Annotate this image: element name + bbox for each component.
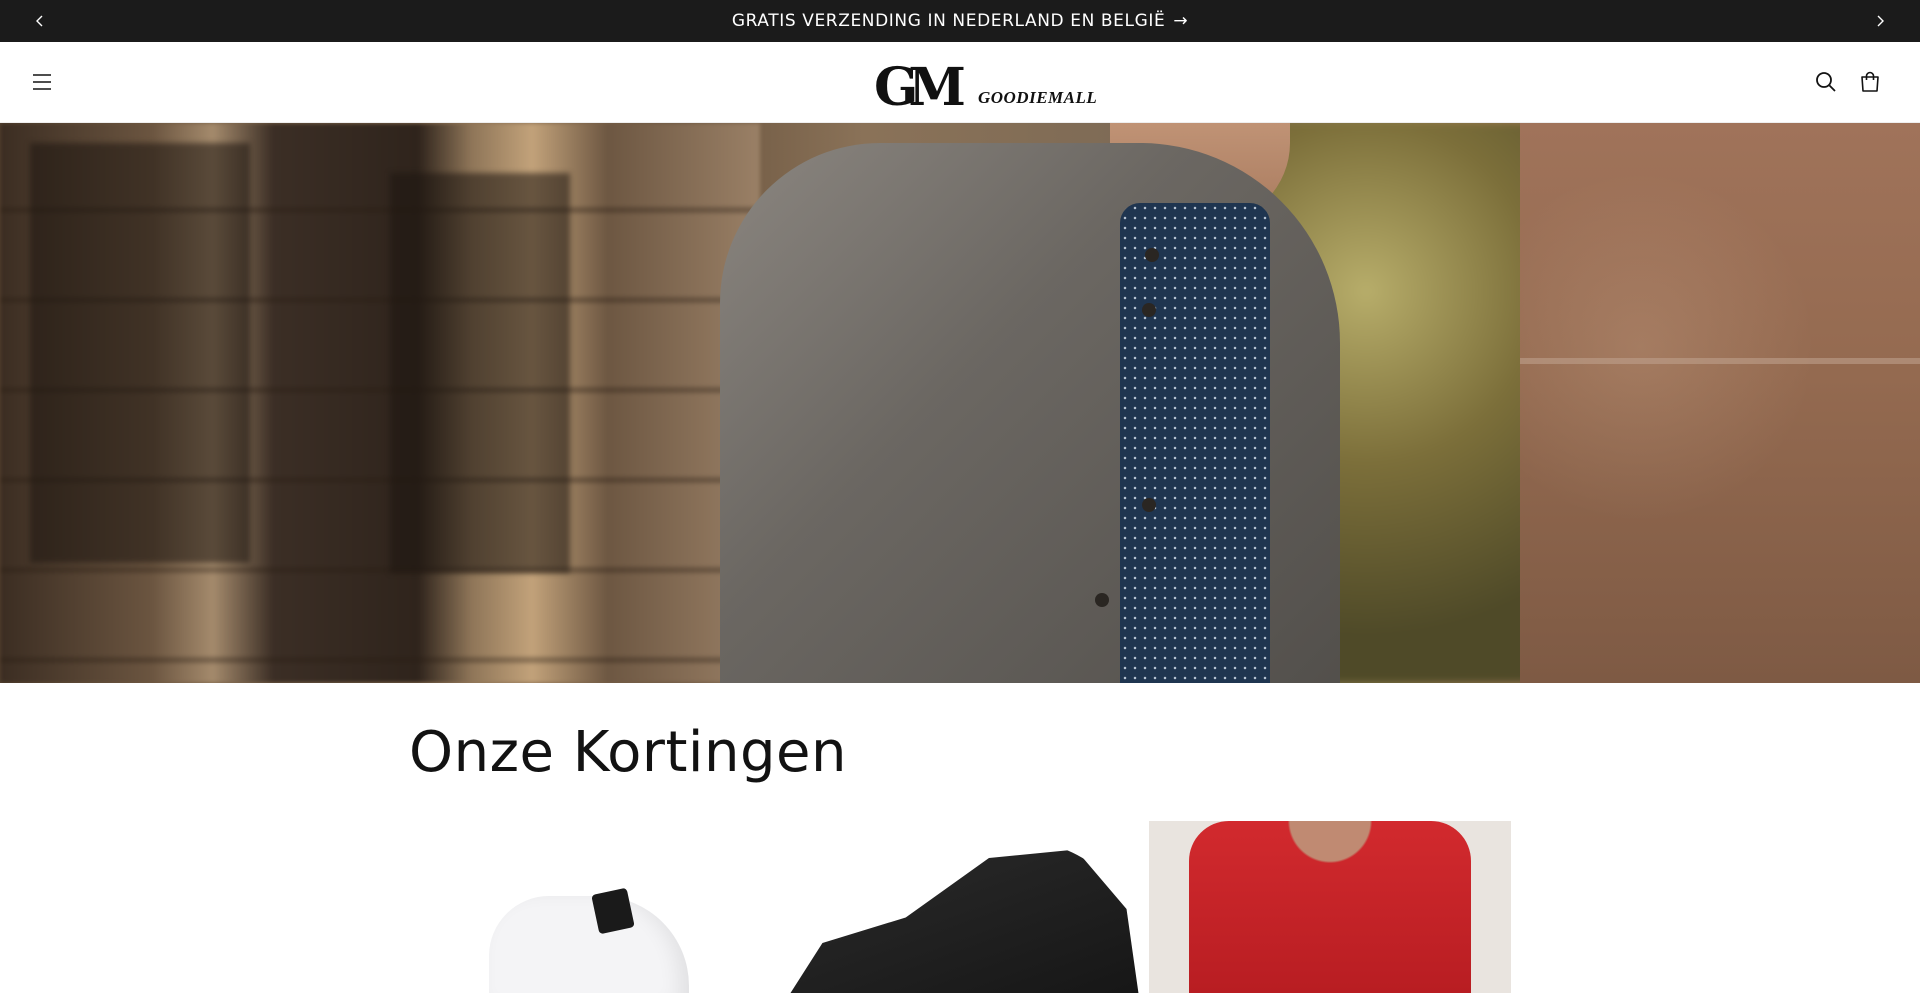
logo-mark: GM (874, 57, 966, 118)
announcement-bar: GRATIS VERZENDING IN NEDERLAND EN BELGIË… (0, 0, 1920, 42)
search-button[interactable] (1806, 62, 1846, 102)
product-card-black-sneaker[interactable] (779, 821, 1141, 993)
hero-model-shirt (1120, 203, 1270, 683)
product-image (489, 896, 689, 993)
announcement-link[interactable]: GRATIS VERZENDING IN NEDERLAND EN BELGIË… (732, 11, 1188, 31)
arrow-right-icon: → (1173, 11, 1189, 31)
search-icon (1816, 72, 1836, 92)
logo[interactable]: GM GOODIEMALL (874, 52, 1097, 118)
product-image (779, 849, 1141, 993)
section-title: Onze Kortingen (409, 720, 847, 785)
menu-icon (33, 74, 51, 90)
site-header: GM GOODIEMALL (0, 42, 1920, 123)
hero-banner-image (0, 123, 1920, 683)
hero-wall-joint (1520, 358, 1920, 364)
announcement-prev-button[interactable] (20, 0, 60, 42)
logo-wordmark: GOODIEMALL (977, 88, 1098, 107)
chevron-left-icon (36, 15, 43, 27)
hero-window (390, 173, 570, 573)
product-grid (409, 821, 1511, 993)
chevron-right-icon (1877, 15, 1884, 27)
product-image-detail (591, 887, 635, 935)
hero-window (30, 143, 250, 563)
announcement-text: GRATIS VERZENDING IN NEDERLAND EN BELGIË (731, 11, 1166, 31)
product-card-red-sweater[interactable] (1149, 821, 1511, 993)
hero-stone-wall (1520, 123, 1920, 683)
product-card-white-sneaker[interactable] (409, 821, 771, 993)
menu-button[interactable] (22, 62, 62, 102)
cart-icon (1861, 71, 1879, 92)
cart-button[interactable] (1850, 62, 1890, 102)
product-image (1189, 821, 1471, 993)
announcement-next-button[interactable] (1860, 0, 1900, 42)
